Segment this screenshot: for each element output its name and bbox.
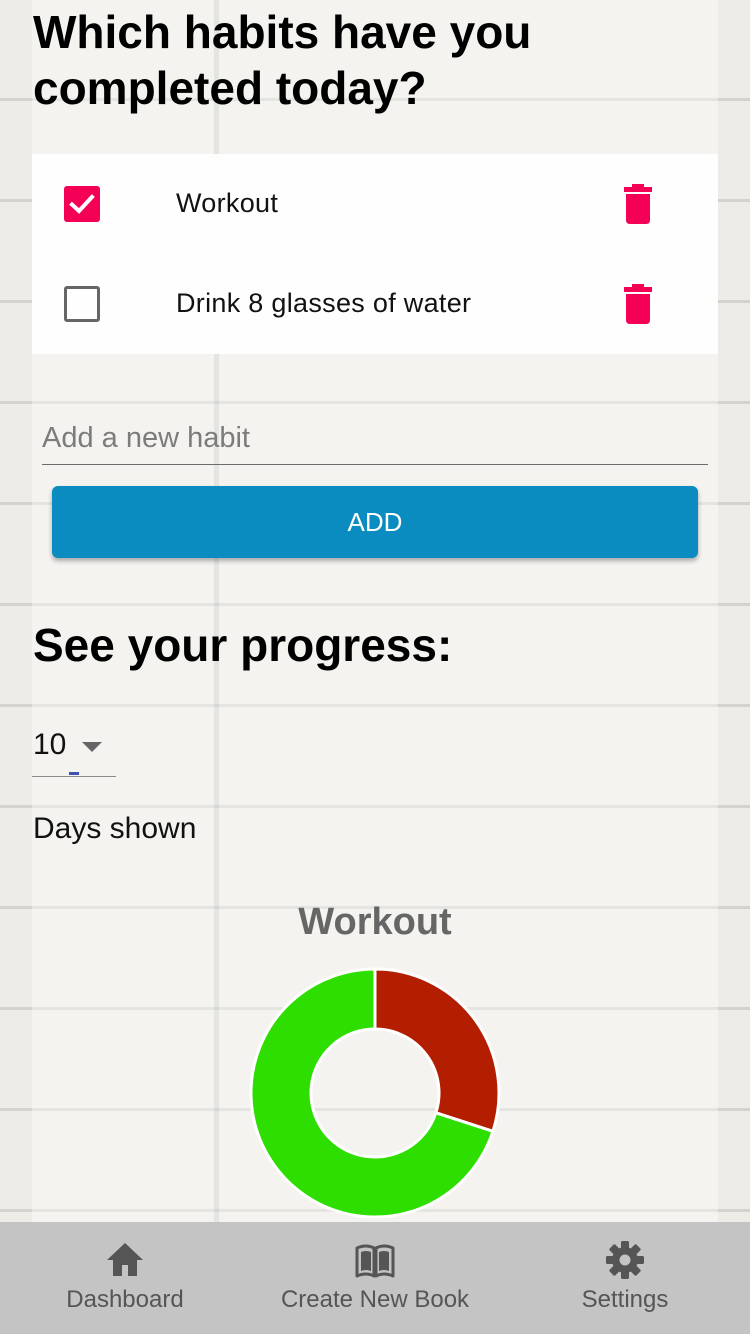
nav-item-dashboard[interactable]: Dashboard <box>0 1222 250 1334</box>
trash-icon[interactable] <box>624 284 652 324</box>
habit-checkbox-unchecked[interactable] <box>64 286 100 322</box>
nav-label: Dashboard <box>66 1286 184 1313</box>
nav-item-create-new-book[interactable]: Create New Book <box>250 1222 500 1334</box>
chart-slice-0 <box>373 967 501 1134</box>
page-title: Which habits have you completed today? <box>33 6 532 114</box>
habit-row: Workout <box>32 154 718 254</box>
trash-icon[interactable] <box>624 184 652 224</box>
habit-label: Drink 8 glasses of water <box>176 288 472 318</box>
nav-item-settings[interactable]: Settings <box>500 1222 750 1334</box>
progress-title: See your progress: <box>33 619 453 671</box>
chart-title: Workout <box>298 901 452 943</box>
habit-row: Drink 8 glasses of water <box>32 254 718 354</box>
caret-down-icon <box>82 742 102 752</box>
home-icon <box>107 1243 143 1276</box>
nav-label: Settings <box>581 1286 669 1313</box>
habit-label: Workout <box>176 188 279 218</box>
nav-label: Create New Book <box>280 1286 470 1313</box>
days-shown-label: Days shown <box>33 812 197 845</box>
book-icon <box>355 1244 395 1278</box>
workout-donut-chart: Workout <box>249 901 501 1219</box>
new-habit-input[interactable] <box>42 412 708 465</box>
bottom-navigation: Dashboard Create New Book Settings <box>0 1222 750 1334</box>
days-select[interactable]: 10 <box>32 720 116 777</box>
check-icon <box>69 194 95 214</box>
gear-icon <box>606 1241 644 1279</box>
add-button[interactable]: ADD <box>52 486 698 558</box>
days-select-value: 10 <box>33 728 67 761</box>
select-focus-indicator <box>69 772 79 775</box>
habit-checkbox-checked[interactable] <box>64 186 100 222</box>
habit-list: Workout Drink 8 glasses of water <box>32 154 718 354</box>
